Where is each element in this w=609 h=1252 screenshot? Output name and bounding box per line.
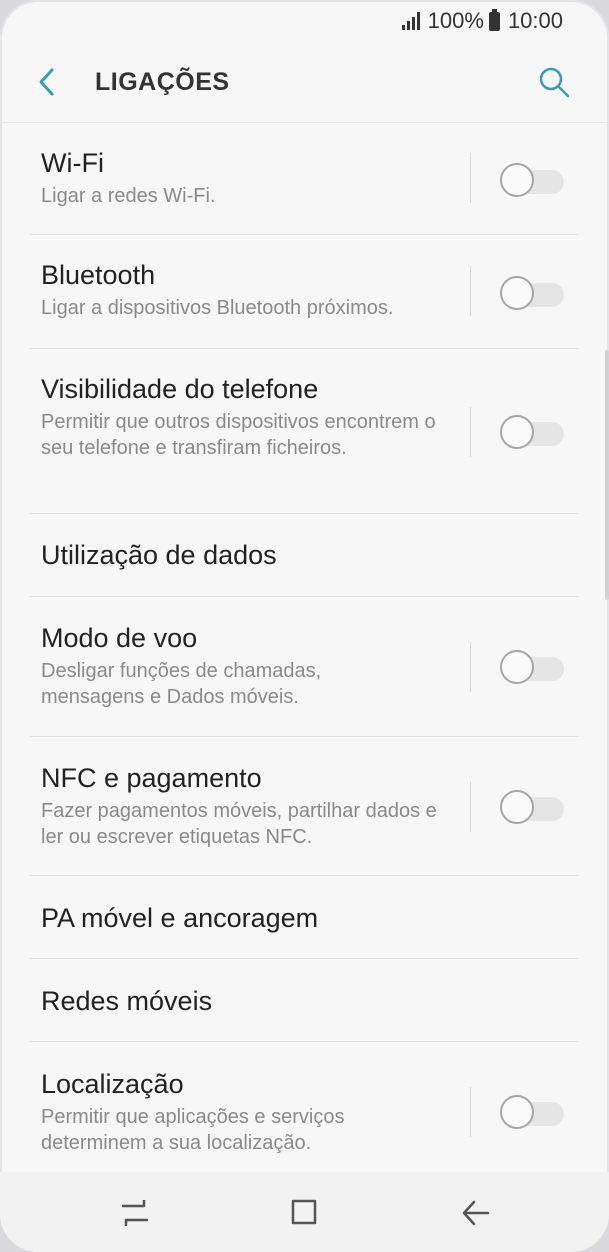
phone-screen: 100% 10:00 LIGAÇÕES Wi-Fi Ligar a redes …	[0, 0, 609, 1252]
setting-subtitle: Ligar a redes Wi-Fi.	[41, 185, 216, 207]
setting-subtitle: Permitir que aplicações e serviços deter…	[41, 1106, 345, 1154]
visibility-toggle[interactable]	[500, 415, 564, 449]
divider	[470, 782, 471, 832]
airplane-mode-toggle[interactable]	[500, 650, 564, 684]
setting-airplane-mode[interactable]: Modo de voo Desligar funções de chamadas…	[0, 597, 609, 737]
battery-percentage: 100%	[427, 8, 484, 33]
setting-title: PA móvel e ancoragem	[41, 903, 319, 933]
setting-title: Modo de voo	[41, 623, 198, 653]
setting-phone-visibility[interactable]: Visibilidade do telefone Permitir que ou…	[0, 349, 609, 514]
setting-title: Utilização de dados	[41, 540, 277, 570]
divider	[470, 407, 471, 457]
setting-subtitle: Desligar funções de chamadas, mensagens …	[41, 660, 322, 708]
divider	[470, 266, 471, 316]
back-icon[interactable]	[458, 1196, 492, 1230]
setting-bluetooth[interactable]: Bluetooth Ligar a dispositivos Bluetooth…	[0, 235, 609, 349]
setting-wifi[interactable]: Wi-Fi Ligar a redes Wi-Fi.	[0, 123, 609, 235]
setting-mobile-networks[interactable]: Redes móveis	[0, 959, 609, 1042]
bluetooth-toggle[interactable]	[500, 276, 564, 310]
battery-icon	[488, 8, 500, 31]
nfc-toggle[interactable]	[500, 790, 564, 824]
setting-title: Redes móveis	[41, 986, 213, 1016]
setting-title: Wi-Fi	[41, 148, 104, 178]
setting-subtitle: Ligar a dispositivos Bluetooth próximos.	[41, 297, 394, 319]
setting-title: Bluetooth	[41, 260, 156, 290]
divider	[470, 642, 471, 692]
setting-data-usage[interactable]: Utilização de dados	[0, 514, 609, 597]
setting-subtitle: Fazer pagamentos móveis, partilhar dados…	[41, 800, 437, 848]
setting-subtitle: Permitir que outros dispositivos encontr…	[41, 411, 436, 459]
location-toggle[interactable]	[500, 1095, 564, 1129]
recent-apps-icon[interactable]	[118, 1196, 152, 1230]
divider	[470, 1087, 471, 1137]
status-bar: 100% 10:00	[0, 0, 609, 42]
wifi-toggle[interactable]	[500, 163, 564, 197]
app-bar: LIGAÇÕES	[0, 42, 609, 123]
page-title: LIGAÇÕES	[95, 68, 230, 96]
setting-location[interactable]: Localização Permitir que aplicações e se…	[0, 1042, 609, 1172]
setting-nfc-payment[interactable]: NFC e pagamento Fazer pagamentos móveis,…	[0, 737, 609, 876]
signal-icon	[401, 12, 420, 30]
back-arrow-icon[interactable]	[32, 64, 62, 100]
setting-hotspot-tethering[interactable]: PA móvel e ancoragem	[0, 876, 609, 959]
settings-list: Wi-Fi Ligar a redes Wi-Fi. Bluetooth Lig…	[0, 123, 609, 1172]
divider	[470, 153, 471, 203]
scrollbar[interactable]	[605, 350, 609, 600]
setting-title: Localização	[41, 1069, 184, 1099]
clock: 10:00	[507, 8, 563, 33]
search-icon[interactable]	[536, 64, 572, 100]
setting-title: Visibilidade do telefone	[41, 374, 319, 404]
navigation-bar	[0, 1172, 609, 1252]
home-icon[interactable]	[288, 1196, 322, 1230]
setting-title: NFC e pagamento	[41, 763, 262, 793]
